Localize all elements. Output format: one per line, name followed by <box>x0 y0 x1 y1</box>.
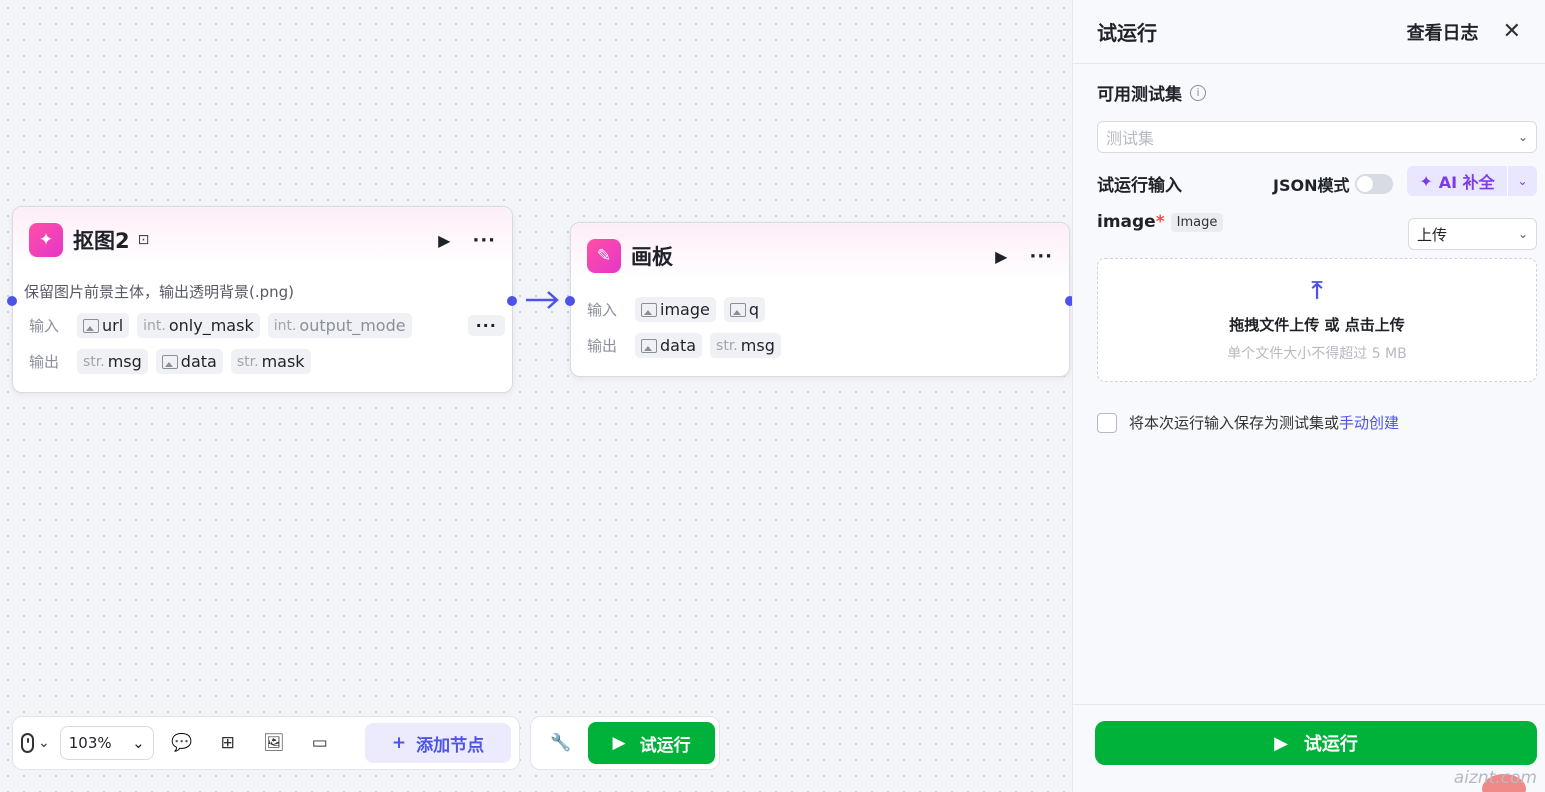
play-icon: ▶ <box>1274 732 1288 754</box>
node-description: 保留图片前景主体，输出透明背景(.png) <box>24 283 295 301</box>
sparkle-icon: ✦ <box>1419 171 1433 191</box>
output-param: data <box>635 333 703 358</box>
view-log-button[interactable]: 查看日志 <box>1407 19 1479 45</box>
panel-title: 试运行 <box>1097 21 1157 45</box>
edge-connector[interactable] <box>520 288 564 312</box>
upload-dropzone[interactable]: ⤒ 拖拽文件上传 或 点击上传 单个文件大小不得超过 5 MB <box>1097 258 1537 382</box>
canvas-toolbar: ⌄ 103% ⌄ 💬 ⊞ 🖼 ▭ + 添加节点 <box>12 716 520 770</box>
save-testset-checkbox[interactable] <box>1097 412 1117 433</box>
json-mode-toggle[interactable] <box>1355 174 1394 194</box>
node-matting[interactable]: ✦ 抠图2 ⊡ ▶ ··· 保留图片前景主体，输出透明背景(.png) 输入 u… <box>7 206 517 393</box>
play-icon: ▶ <box>612 733 626 753</box>
field-label: image * Image <box>1097 212 1224 232</box>
chevron-down-icon: ⌄ <box>1517 130 1528 144</box>
output-param: data <box>155 349 223 374</box>
node-title: 画板 <box>631 245 673 269</box>
input-param: image <box>635 297 716 322</box>
chevron-down-icon: ⌄ <box>132 734 145 752</box>
zoom-value: 103% <box>68 734 112 752</box>
chevron-down-icon: ⌄ <box>1517 227 1528 241</box>
click-upload-link[interactable]: 点击上传 <box>1345 316 1405 334</box>
node-outputs: 输出 str. msg data str. mask <box>29 349 313 374</box>
interaction-mode-select[interactable]: ⌄ <box>21 733 50 753</box>
type-tag: Image <box>1170 212 1224 232</box>
workflow-canvas[interactable]: ✦ 抠图2 ⊡ ▶ ··· 保留图片前景主体，输出透明背景(.png) 输入 u… <box>0 0 1075 792</box>
chevron-down-icon[interactable]: ⌄ <box>1507 166 1537 196</box>
node-more-icon[interactable]: ··· <box>472 230 496 251</box>
watermark: aiznt.com <box>1453 768 1537 788</box>
manual-create-link[interactable]: 手动创建 <box>1339 414 1399 432</box>
mouse-icon <box>21 733 34 753</box>
output-param: str. mask <box>230 349 311 374</box>
comment-icon[interactable]: 💬 <box>164 726 200 760</box>
plus-icon: + <box>391 733 407 753</box>
output-param: str. msg <box>710 333 781 358</box>
run-input-label: 试运行输入 <box>1097 176 1182 196</box>
ai-complete-button[interactable]: ✦ AI 补全 ⌄ <box>1407 166 1537 196</box>
node-outputs: 输出 data str. msg <box>587 333 783 358</box>
testset-select[interactable]: 测试集 ⌄ <box>1097 121 1537 153</box>
plugin-badge-icon: ⊡ <box>137 232 150 248</box>
image-type-icon <box>641 338 657 353</box>
image-type-icon <box>83 318 99 333</box>
node-run-icon[interactable]: ▶ <box>438 231 450 250</box>
layout-icon[interactable]: ⊞ <box>210 726 246 760</box>
readonly-icon[interactable]: ▭ <box>302 726 338 760</box>
image-type-icon <box>161 354 178 369</box>
upload-hint: 单个文件大小不得超过 5 MB <box>1227 345 1407 362</box>
add-node-button[interactable]: + 添加节点 <box>365 723 511 763</box>
node-more-icon[interactable]: ··· <box>1029 246 1053 267</box>
run-toolbar: 🔧 ▶ 试运行 <box>530 716 720 770</box>
source-select[interactable]: 上传 ⌄ <box>1408 218 1537 250</box>
inputs-label: 输入 <box>587 301 618 319</box>
wrench-icon[interactable]: 🔧 <box>543 726 578 760</box>
input-port[interactable] <box>565 296 575 306</box>
outputs-label: 输出 <box>29 353 60 371</box>
json-mode: JSON模式 <box>1273 172 1394 196</box>
image-type-icon <box>641 302 657 317</box>
more-params-button[interactable]: ··· <box>467 315 505 336</box>
input-param: q <box>723 297 765 322</box>
node-run-icon[interactable]: ▶ <box>995 247 1007 266</box>
output-param: str. msg <box>77 349 148 374</box>
matting-node-icon: ✦ <box>29 223 63 257</box>
node-inputs: 输入 url int. only_mask int. output_mode ··· <box>29 313 507 338</box>
inputs-label: 输入 <box>29 317 60 335</box>
testset-section: 可用测试集 i <box>1097 80 1206 105</box>
zoom-select[interactable]: 103% ⌄ <box>59 726 154 760</box>
node-title: 抠图2 <box>73 229 130 253</box>
outputs-label: 输出 <box>587 337 618 355</box>
board-node-icon: ✎ <box>587 239 621 273</box>
test-run-button[interactable]: ▶ 试运行 <box>588 722 715 764</box>
image-type-icon <box>729 302 746 317</box>
panel-run-button[interactable]: ▶ 试运行 <box>1095 721 1537 765</box>
input-port[interactable] <box>7 296 17 306</box>
input-param: url <box>77 313 130 338</box>
input-param: int. only_mask <box>137 313 260 338</box>
save-testset-row: 将本次运行输入保存为测试集或手动创建 <box>1097 412 1399 433</box>
test-run-panel: 试运行 查看日志 ✕ 可用测试集 i 测试集 ⌄ 试运行输入 JSON模式 ✦ … <box>1072 0 1545 792</box>
info-icon[interactable]: i <box>1190 84 1206 101</box>
upload-icon: ⤒ <box>1311 275 1323 304</box>
node-canvas-board[interactable]: ✎ 画板 ▶ ··· 输入 image q 输出 data str. msg <box>565 222 1075 377</box>
minimap-icon[interactable]: 🖼 <box>256 726 292 760</box>
node-inputs: 输入 image q <box>587 297 767 322</box>
chevron-down-icon: ⌄ <box>38 735 50 751</box>
output-port[interactable] <box>507 296 517 306</box>
close-icon[interactable]: ✕ <box>1503 19 1521 44</box>
input-param: int. output_mode <box>267 313 412 338</box>
